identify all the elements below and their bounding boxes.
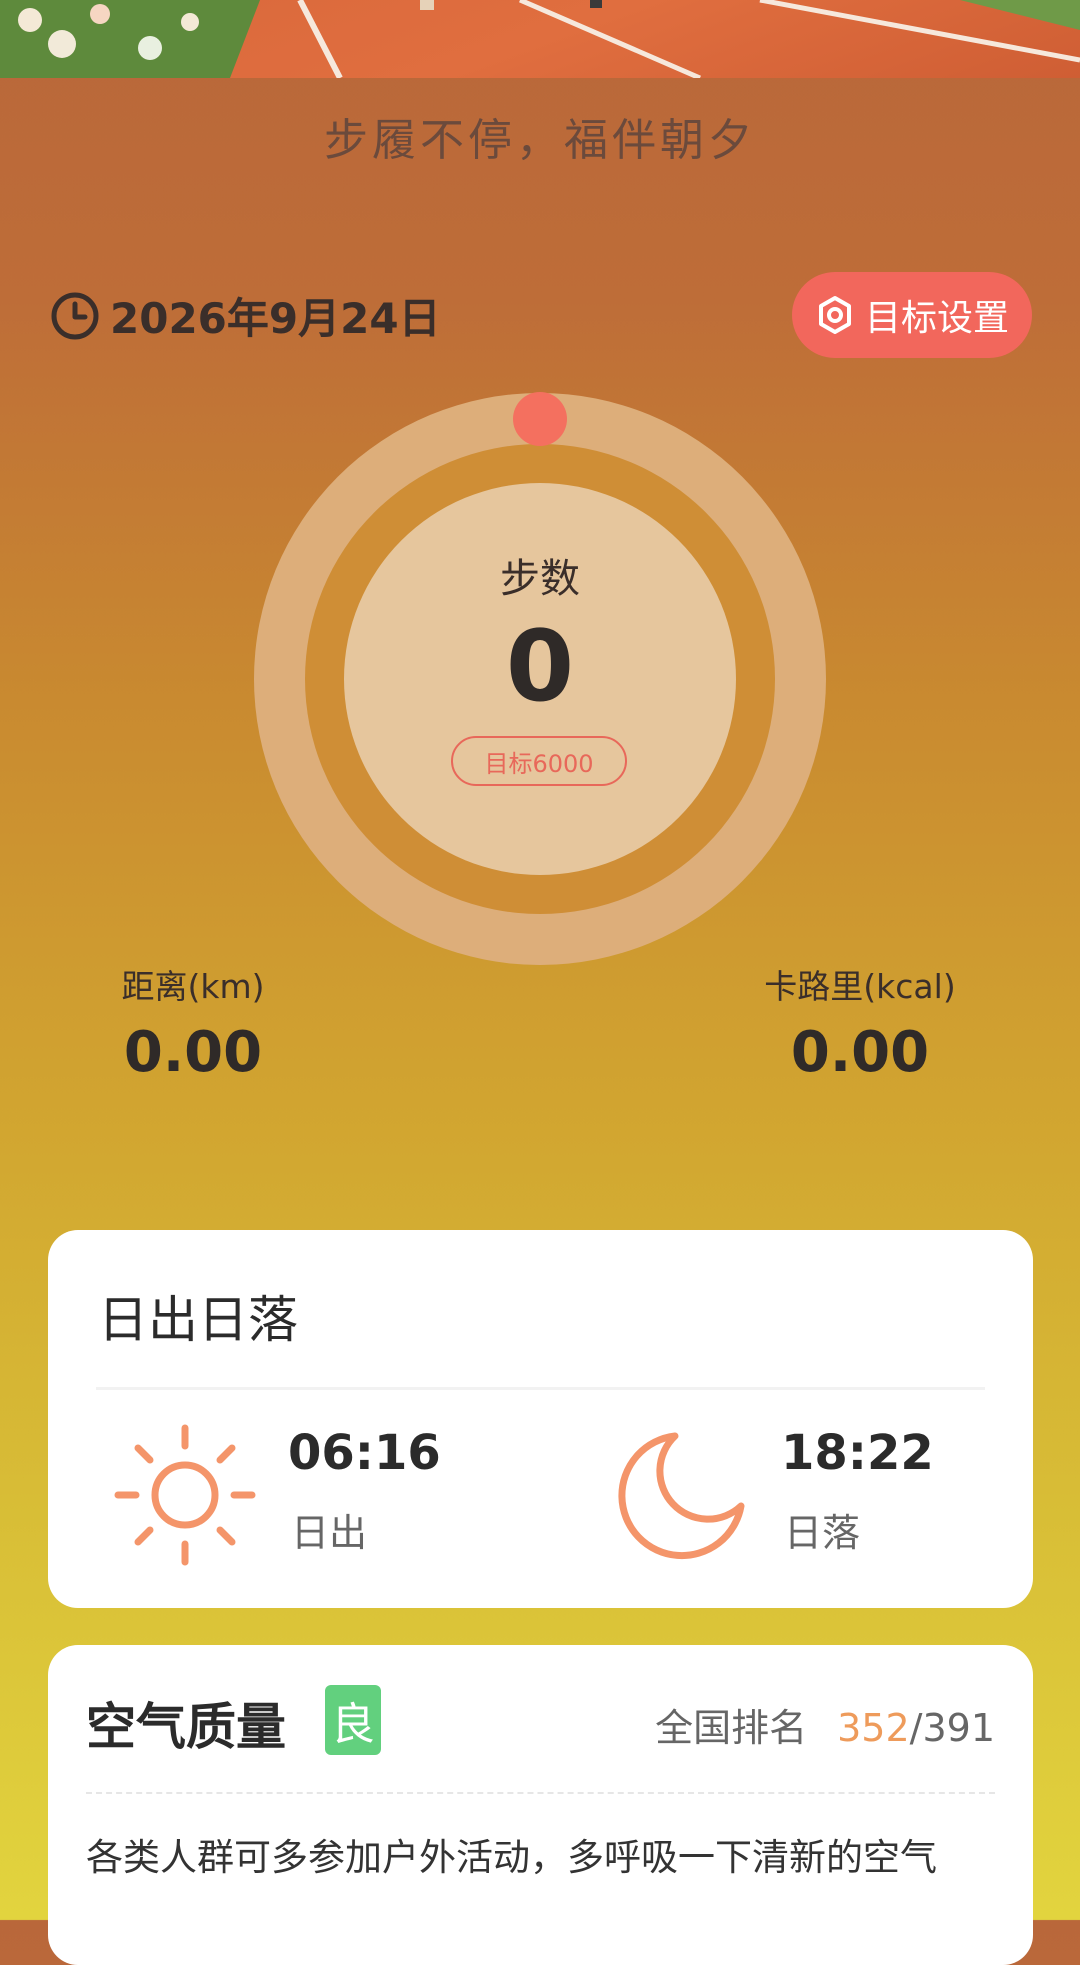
- steps-label: 步数: [500, 556, 580, 602]
- sunrise-time: 06:16: [288, 1425, 441, 1481]
- air-quality-title: 空气质量: [86, 1698, 286, 1756]
- sunset-time: 18:22: [781, 1425, 934, 1481]
- rank-current: 352: [837, 1706, 910, 1750]
- air-divider: [86, 1792, 995, 1794]
- sunset-label: 日落: [784, 1511, 861, 1555]
- date-row: 2026年9月24日: [50, 285, 441, 346]
- sunrise-sunset-card: 日出日落 06:16 日出 18:22 日落: [48, 1230, 1033, 1608]
- distance-value: 0.00: [123, 1020, 263, 1085]
- air-quality-description: 各类人群可多参加户外活动，多呼吸一下清新的空气: [86, 1836, 937, 1879]
- clock-icon: [51, 292, 99, 339]
- gear-icon: [818, 296, 851, 334]
- sunrise-sunset-title: 日出日落: [98, 1291, 298, 1349]
- calories-label: 卡路里(kcal): [764, 967, 956, 1006]
- national-rank: 全国排名 352/391: [655, 1697, 995, 1752]
- current-date: 2026年9月24日: [110, 294, 441, 343]
- calories-value: 0.00: [790, 1020, 930, 1085]
- steps-value: 0: [505, 610, 575, 724]
- sun-icon: [114, 1424, 256, 1566]
- slogan-text: 步履不停，福伴朝夕: [324, 115, 756, 166]
- header-banner-illustration: [0, 0, 1080, 78]
- sunrise-label: 日出: [291, 1511, 368, 1555]
- distance-label: 距离(km): [121, 967, 265, 1006]
- rank-label: 全国排名: [655, 1706, 808, 1750]
- air-quality-card[interactable]: 空气质量 良 全国排名 352/391 各类人群可多参加户外活动，多呼吸一下清新的…: [48, 1645, 1033, 1965]
- goal-settings-label: 目标设置: [864, 298, 1009, 339]
- steps-goal-badge: 目标6000: [451, 736, 627, 786]
- rank-total: /391: [909, 1706, 995, 1750]
- moon-icon: [618, 1432, 745, 1560]
- card-divider: [96, 1387, 985, 1390]
- distance-stat: 距离(km) 0.00: [100, 960, 286, 1085]
- progress-indicator-dot: [513, 392, 567, 446]
- air-quality-badge: 良: [325, 1685, 381, 1755]
- calories-stat: 卡路里(kcal) 0.00: [750, 960, 970, 1085]
- goal-settings-button[interactable]: 目标设置: [792, 272, 1032, 358]
